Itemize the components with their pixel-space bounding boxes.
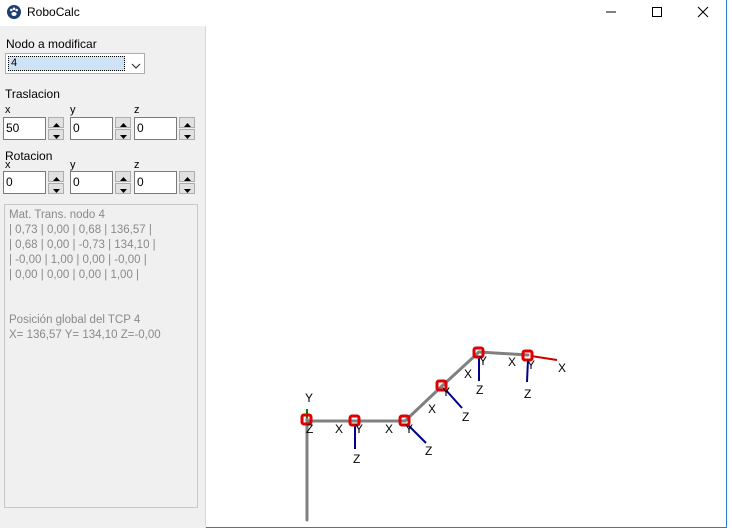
axis-label-y: Y [305, 391, 313, 405]
axis-label-x: X [508, 355, 516, 369]
translation-x-field[interactable]: 50 [3, 117, 46, 140]
axis-label-z: Z [524, 387, 531, 401]
axis-label-z: Z [462, 410, 469, 424]
matrix-title: Mat. Trans. nodo 4 [9, 209, 105, 221]
translation-y-up-button[interactable] [115, 117, 131, 128]
axis-label-y: Y [355, 422, 363, 436]
axis-label-x: X [335, 422, 343, 436]
arrow-down-icon [52, 128, 60, 142]
translation-y-label: y [70, 104, 76, 116]
rotation-y-up-button[interactable] [115, 171, 131, 182]
maximize-button[interactable] [634, 0, 680, 26]
translation-x-label: x [5, 104, 11, 116]
robot-drawing: Y Z X Y Z X Y Z X Y Z X Y Z X Y Z X [300, 346, 566, 522]
rotation-y-down-button[interactable] [115, 183, 131, 194]
axis-label-y: Y [527, 358, 535, 372]
translation-z-label: z [134, 104, 140, 116]
minimize-icon [605, 6, 617, 21]
translation-label: Traslacion [5, 87, 60, 101]
matrix-row: | -0,00 | 1,00 | 0,00 | -0,00 | [9, 254, 147, 266]
translation-y-stepper[interactable]: 0 [70, 117, 131, 140]
rotation-z-field[interactable]: 0 [134, 171, 177, 194]
control-panel: Nodo a modificar 4 Traslacion x y z 50 0… [0, 26, 206, 528]
rotation-y-label: y [70, 159, 76, 171]
robot-viewport[interactable]: Y Z X Y Z X Y Z X Y Z X Y Z X Y Z X [207, 26, 725, 526]
translation-y-field[interactable]: 0 [70, 117, 113, 140]
chevron-down-icon [131, 59, 141, 73]
window-title: RoboCalc [27, 5, 80, 19]
node-select[interactable]: 4 [5, 53, 145, 74]
title-bar: RoboCalc [0, 0, 726, 26]
translation-z-field[interactable]: 0 [134, 117, 177, 140]
axis-label-y: Y [442, 385, 450, 399]
arrow-down-icon [119, 128, 127, 142]
rotation-x-label: x [5, 159, 11, 171]
node-label: Nodo a modificar [6, 37, 97, 51]
maximize-icon [651, 6, 663, 21]
translation-z-up-button[interactable] [179, 117, 195, 128]
axis-label-x: X [385, 422, 393, 436]
axis-label-z: Z [425, 444, 432, 458]
app-window: RoboCalc Nodo a modificar 4 Traslacion x [0, 0, 727, 528]
rotation-x-stepper[interactable]: 0 [3, 171, 64, 194]
rotation-x-up-button[interactable] [48, 171, 64, 182]
close-icon [697, 6, 709, 21]
axis-label-x: X [428, 402, 436, 416]
matrix-row: | 0,73 | 0,00 | 0,68 | 136,57 | [9, 224, 152, 236]
matrix-row: | 0,68 | 0,00 | -0,73 | 134,10 | [9, 239, 156, 251]
axis-label-z: Z [353, 452, 360, 466]
rotation-y-stepper[interactable]: 0 [70, 171, 131, 194]
axis-label-z: Z [306, 422, 313, 436]
arrow-down-icon [52, 182, 60, 196]
node-select-value: 4 [8, 56, 125, 71]
arrow-down-icon [183, 182, 191, 196]
axis-label-x: X [464, 367, 472, 381]
robot-link [403, 384, 444, 423]
axis-label-x: X [558, 361, 566, 375]
arrow-down-icon [183, 128, 191, 142]
rotation-z-stepper[interactable]: 0 [134, 171, 195, 194]
axis-label-y: Y [479, 354, 487, 368]
translation-x-down-button[interactable] [48, 129, 64, 140]
rotation-x-down-button[interactable] [48, 183, 64, 194]
rotation-x-field[interactable]: 0 [3, 171, 46, 194]
info-textbox[interactable]: Mat. Trans. nodo 4 | 0,73 | 0,00 | 0,68 … [4, 204, 198, 508]
axis-label-z: Z [476, 383, 483, 397]
axis-label-y: Y [405, 422, 413, 436]
arrow-down-icon [119, 182, 127, 196]
translation-z-down-button[interactable] [179, 129, 195, 140]
matrix-row: | 0,00 | 0,00 | 0,00 | 1,00 | [9, 269, 140, 281]
tcp-title: Posición global del TCP 4 [9, 314, 141, 326]
close-button[interactable] [680, 0, 726, 26]
rotation-z-up-button[interactable] [179, 171, 195, 182]
translation-z-stepper[interactable]: 0 [134, 117, 195, 140]
minimize-button[interactable] [588, 0, 634, 26]
paw-icon [7, 5, 21, 19]
rotation-label: Rotacion [5, 149, 53, 163]
translation-y-down-button[interactable] [115, 129, 131, 140]
translation-x-stepper[interactable]: 50 [3, 117, 64, 140]
rotation-z-down-button[interactable] [179, 183, 195, 194]
translation-x-up-button[interactable] [48, 117, 64, 128]
rotation-z-label: z [134, 159, 140, 171]
tcp-position: X= 136,57 Y= 134,10 Z=-0,00 [9, 329, 161, 341]
rotation-y-field[interactable]: 0 [70, 171, 113, 194]
